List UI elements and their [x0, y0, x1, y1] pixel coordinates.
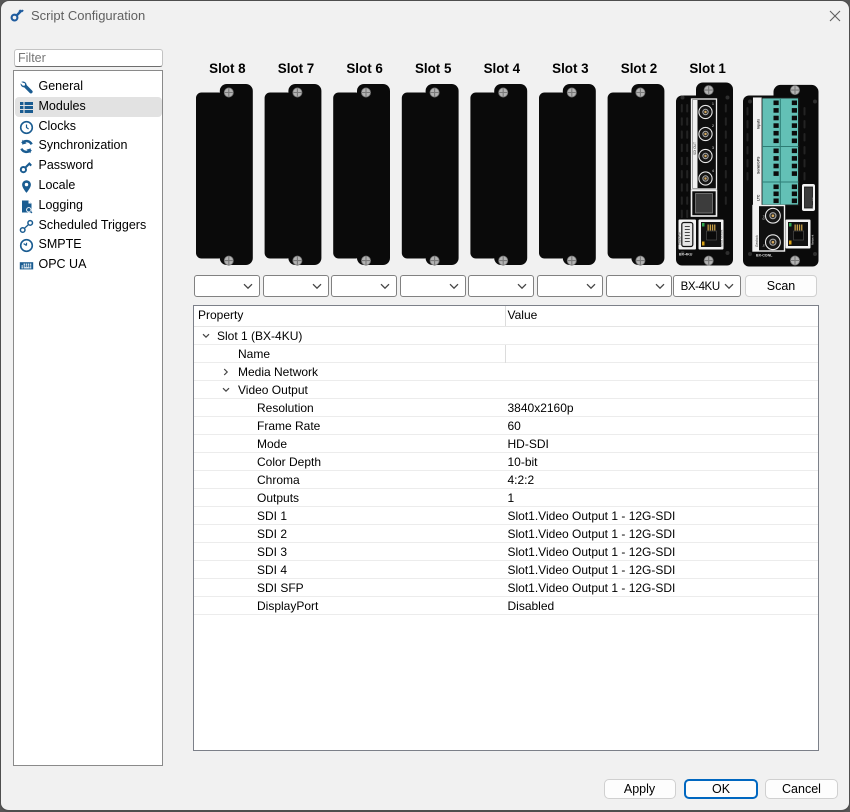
- svg-text:MicroSD: MicroSD: [812, 197, 816, 208]
- svg-text:Genlock: Genlock: [755, 235, 759, 247]
- svg-text:Media Network: Media Network: [720, 229, 724, 247]
- svg-text:DisplayPort: DisplayPort: [678, 231, 682, 245]
- svg-text:3: 3: [712, 146, 714, 150]
- svg-text:Network: Network: [811, 234, 815, 245]
- svg-text:2: 2: [712, 124, 714, 128]
- svg-text:In: In: [762, 244, 766, 247]
- svg-text:LTC: LTC: [757, 194, 761, 201]
- svg-text:Out: Out: [762, 215, 766, 220]
- svg-text:Serial/GPS: Serial/GPS: [757, 156, 761, 174]
- svg-text:SDI OUT: SDI OUT: [693, 142, 697, 155]
- svg-text:Inputs: Inputs: [757, 119, 761, 129]
- svg-text:BX-CONL: BX-CONL: [756, 254, 773, 258]
- svg-text:4: 4: [712, 169, 714, 173]
- svg-text:BX-4KU: BX-4KU: [679, 253, 693, 257]
- svg-text:1: 1: [712, 102, 714, 106]
